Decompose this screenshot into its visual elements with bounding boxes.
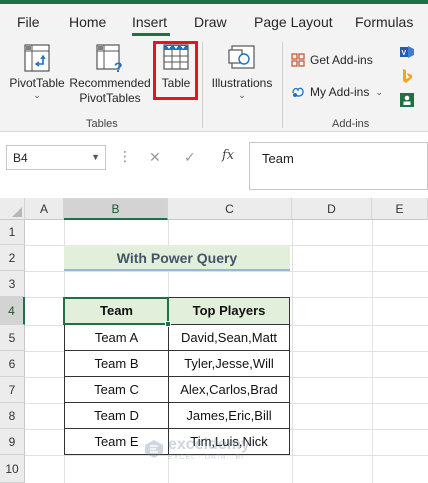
group-label-addins: Add-ins bbox=[332, 118, 370, 130]
gridline bbox=[25, 271, 428, 272]
table-cell-players[interactable]: Alex,Carlos,Brad bbox=[168, 376, 290, 403]
table-cell-team[interactable]: Team C bbox=[64, 376, 169, 403]
recommended-label-line1: Recommended bbox=[69, 76, 151, 90]
column-header-e[interactable]: E bbox=[372, 198, 428, 220]
chevron-down-icon[interactable]: ▼ bbox=[91, 152, 100, 162]
exceldemy-logo-icon bbox=[145, 439, 163, 458]
tab-page-layout[interactable]: Page Layout bbox=[254, 14, 333, 30]
pivottable-label: PivotTable bbox=[9, 76, 65, 90]
row-header-1[interactable]: 1 bbox=[0, 220, 25, 245]
formula-input[interactable]: Team bbox=[249, 142, 428, 190]
recommended-pivottables-icon: ? bbox=[96, 44, 123, 74]
fill-handle[interactable] bbox=[165, 321, 171, 327]
insert-function-button[interactable]: fx bbox=[222, 148, 234, 163]
gridline bbox=[292, 220, 293, 483]
select-all-corner[interactable] bbox=[0, 198, 25, 220]
tab-file[interactable]: File bbox=[17, 14, 40, 30]
row-header-4[interactable]: 4 bbox=[0, 297, 25, 325]
illustrations-label: Illustrations bbox=[211, 76, 273, 90]
tab-draw[interactable]: Draw bbox=[194, 14, 227, 30]
table-cell-players[interactable]: Tyler,Jesse,Will bbox=[168, 350, 290, 377]
my-addins-label: My Add-ins bbox=[310, 85, 370, 99]
ribbon: PivotTable ⌄ ? Recommended PivotTables T… bbox=[0, 36, 428, 132]
people-graph-icon[interactable] bbox=[399, 92, 415, 108]
tab-formulas[interactable]: Formulas bbox=[355, 14, 413, 30]
group-separator bbox=[282, 42, 283, 128]
tab-insert[interactable]: Insert bbox=[132, 14, 167, 30]
name-box-value: B4 bbox=[13, 151, 28, 165]
illustrations-icon bbox=[228, 45, 255, 69]
tab-home[interactable]: Home bbox=[69, 14, 106, 30]
enter-icon[interactable]: ✓ bbox=[184, 149, 196, 166]
select-all-icon bbox=[12, 207, 22, 217]
more-options-icon[interactable]: ⋮ bbox=[118, 148, 132, 165]
name-box[interactable]: B4 ▼ bbox=[6, 145, 106, 170]
recommended-label-line2: PivotTables bbox=[79, 91, 141, 105]
get-addins-icon bbox=[291, 53, 305, 67]
row-header-10[interactable]: 10 bbox=[0, 455, 25, 483]
visio-icon[interactable]: V bbox=[399, 44, 415, 60]
get-addins-label: Get Add-ins bbox=[310, 53, 373, 67]
table-header-top-players[interactable]: Top Players bbox=[168, 297, 290, 325]
pivottable-icon bbox=[24, 44, 50, 72]
row-header-3[interactable]: 3 bbox=[0, 271, 25, 297]
column-header-c[interactable]: C bbox=[168, 198, 292, 220]
row-header-7[interactable]: 7 bbox=[0, 377, 25, 403]
table-cell-team[interactable]: Team D bbox=[64, 402, 169, 429]
my-addins-icon bbox=[292, 87, 304, 97]
row-header-8[interactable]: 8 bbox=[0, 403, 25, 429]
table-cell-players[interactable]: David,Sean,Matt bbox=[168, 324, 290, 351]
chevron-down-icon: ⌄ bbox=[238, 90, 246, 100]
chevron-down-icon: ⌄ bbox=[375, 86, 383, 97]
watermark-name: exceldemy bbox=[168, 436, 250, 453]
table-cell-team[interactable]: Team B bbox=[64, 350, 169, 377]
column-header-b[interactable]: B bbox=[64, 198, 168, 220]
recommended-pivottables-button[interactable]: ? Recommended PivotTables bbox=[68, 40, 152, 106]
svg-text:V: V bbox=[402, 50, 407, 57]
svg-text:?: ? bbox=[114, 59, 123, 74]
watermark: exceldemy EXCEL · DATA · BI bbox=[143, 436, 250, 461]
group-separator bbox=[202, 42, 203, 128]
row-header-9[interactable]: 9 bbox=[0, 429, 25, 455]
bing-icon[interactable] bbox=[399, 68, 415, 84]
row-header-6[interactable]: 6 bbox=[0, 351, 25, 377]
gridline bbox=[372, 220, 373, 483]
active-cell-border bbox=[63, 297, 169, 325]
group-label-tables: Tables bbox=[86, 118, 118, 130]
row-header-2[interactable]: 2 bbox=[0, 245, 25, 271]
table-cell-team[interactable]: Team A bbox=[64, 324, 169, 351]
column-header-d[interactable]: D bbox=[292, 198, 372, 220]
watermark-tagline: EXCEL · DATA · BI bbox=[168, 454, 244, 461]
table-cell-players[interactable]: James,Eric,Bill bbox=[168, 402, 290, 429]
illustrations-button[interactable]: Illustrations ⌄ bbox=[206, 40, 278, 100]
sheet-title[interactable]: With Power Query bbox=[64, 245, 290, 271]
get-addins-button[interactable]: Get Add-ins bbox=[290, 52, 373, 68]
table-highlight-box bbox=[153, 41, 198, 100]
menu-tabs: File Home Insert Draw Page Layout Formul… bbox=[0, 4, 428, 36]
chevron-down-icon: ⌄ bbox=[33, 90, 41, 100]
row-header-5[interactable]: 5 bbox=[0, 325, 25, 351]
pivottable-button[interactable]: PivotTable ⌄ bbox=[8, 40, 66, 100]
my-addins-button[interactable]: My Add-ins ⌄ bbox=[290, 84, 383, 100]
cancel-icon[interactable]: ✕ bbox=[149, 149, 161, 166]
column-header-a[interactable]: A bbox=[25, 198, 64, 220]
formula-content: Team bbox=[262, 151, 294, 166]
